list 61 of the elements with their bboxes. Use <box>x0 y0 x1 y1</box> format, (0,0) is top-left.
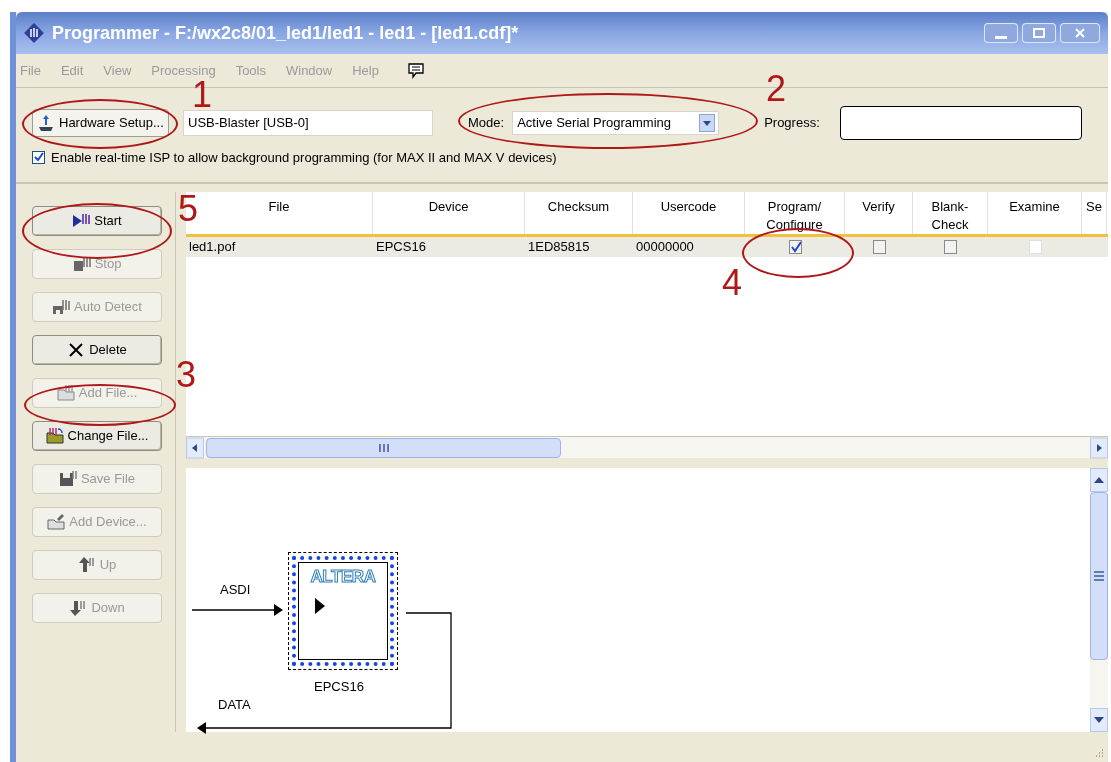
scroll-left-icon[interactable] <box>186 437 204 459</box>
annotation-number: 4 <box>722 266 743 300</box>
isp-option-label: Enable real-time ISP to allow background programming (for MAX II and MAX V devices) <box>51 149 557 167</box>
signal-label: DATA <box>218 696 251 714</box>
close-icon <box>67 341 86 359</box>
scroll-down-icon[interactable] <box>1090 708 1108 732</box>
chip-icon <box>52 298 71 316</box>
table-cell-text: led1.pof <box>188 238 237 257</box>
folder-icon <box>56 384 75 402</box>
column-header[interactable]: Program/ Configure <box>745 192 845 234</box>
hardware-setup-button[interactable]: Hardware Setup... <box>32 109 169 137</box>
signal-label: ASDI <box>220 581 251 599</box>
chip-name: EPCS16 <box>314 678 364 696</box>
table-cell-text: 1ED85815 <box>527 238 591 257</box>
checkbox[interactable] <box>788 240 802 254</box>
annotation-number: 2 <box>766 72 787 106</box>
column-header[interactable]: Blank- Check <box>913 192 988 234</box>
column-header[interactable]: Se <box>1082 192 1107 234</box>
minimize-icon <box>995 35 1007 39</box>
minimize-button[interactable] <box>984 23 1018 43</box>
scrollbar-thumb[interactable] <box>206 438 561 458</box>
play-icon <box>72 212 91 230</box>
scroll-right-icon[interactable] <box>1090 437 1108 459</box>
horizontal-scrollbar[interactable] <box>186 436 1108 458</box>
window-title: Programmer - F:/wx2c8/01_led1/led1 - led1 - [led1.cdf]* <box>52 21 519 45</box>
up-arrow-icon <box>77 556 96 574</box>
folder-icon <box>45 427 64 445</box>
chat-icon[interactable] <box>407 62 425 79</box>
resize-grip-icon <box>1094 748 1104 758</box>
column-header[interactable]: Checksum <box>525 192 633 234</box>
mode-label: Mode: <box>468 114 505 133</box>
hardware-field[interactable]: USB-Blaster [USB-0] <box>183 110 433 136</box>
mode-dropdown[interactable]: Active Serial Programming <box>512 111 720 135</box>
column-header[interactable]: Examine <box>988 192 1082 234</box>
toolbar-button[interactable]: Start <box>32 206 162 236</box>
column-header[interactable]: Usercode <box>633 192 745 234</box>
hardware-icon <box>37 114 55 132</box>
table-cell-text: EPCS16 <box>375 238 427 257</box>
close-icon <box>1075 28 1085 38</box>
chip-logo: ALTERA <box>310 566 376 588</box>
annotation-number: 3 <box>176 358 197 392</box>
progress-label: Progress: <box>764 114 820 133</box>
checkbox[interactable] <box>944 240 957 254</box>
delete-button[interactable]: Delete <box>32 335 162 365</box>
column-header[interactable]: Verify <box>845 192 913 234</box>
toolbar-button[interactable]: Change File... <box>32 421 162 451</box>
folder-icon <box>47 513 66 531</box>
maximize-button[interactable] <box>1022 23 1056 43</box>
maximize-icon <box>1033 28 1045 38</box>
scrollbar-thumb[interactable] <box>1090 492 1108 660</box>
isp-checkbox[interactable] <box>32 151 45 165</box>
vertical-scrollbar[interactable] <box>1090 468 1108 732</box>
save-icon <box>58 470 77 488</box>
close-button[interactable] <box>1060 23 1100 43</box>
annotation-number: 1 <box>192 78 213 112</box>
play-triangle-icon <box>315 597 325 614</box>
down-arrow-icon <box>69 599 88 617</box>
column-header[interactable]: Device <box>373 192 525 234</box>
table-cell-text: 00000000 <box>635 238 695 257</box>
checkbox[interactable] <box>872 240 886 254</box>
scroll-up-icon[interactable] <box>1090 468 1108 492</box>
